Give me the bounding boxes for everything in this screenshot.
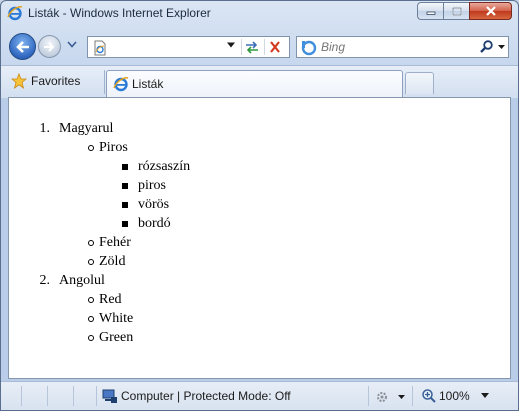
stop-icon	[270, 41, 280, 53]
back-arrow-icon	[15, 40, 29, 53]
favorites-and-tabs-bar: Favorites Listák	[1, 65, 518, 98]
minimize-button[interactable]	[417, 2, 443, 20]
circle-bullet	[88, 335, 94, 341]
zone-text: Computer | Protected Mode: Off	[121, 389, 291, 403]
computer-icon	[102, 389, 117, 403]
zoom-icon	[422, 389, 436, 403]
list-number: 1.	[39, 121, 51, 136]
list-item-label: rózsaszín	[138, 159, 191, 174]
square-bullet	[122, 221, 128, 227]
add-ons-status[interactable]	[368, 386, 411, 406]
favorites-label: Favorites	[31, 74, 81, 88]
list-item-red: Red	[9, 290, 510, 309]
refresh-icon	[246, 41, 258, 54]
ordered-list: 1. Magyarul Piros rózsaszín piros vörös	[9, 119, 510, 347]
list-item-green: Green	[9, 328, 510, 347]
list-item-label: Angolul	[59, 273, 105, 288]
circle-bullet	[88, 297, 94, 303]
zoom-control[interactable]: 100%	[412, 386, 493, 406]
browser-window: Listák - Windows Internet Explorer Bing …	[0, 0, 519, 411]
list-item-piros-shade: piros	[9, 176, 510, 195]
gears-icon	[377, 392, 405, 402]
list-item-white: White	[9, 309, 510, 328]
page-content: 1. Magyarul Piros rózsaszín piros vörös	[8, 97, 511, 379]
tab-label: Listák	[132, 77, 164, 91]
list-item-piros: Piros	[9, 138, 510, 157]
list-item-label: Magyarul	[59, 121, 114, 136]
address-bar	[87, 36, 290, 58]
square-bullet	[122, 183, 128, 189]
list-item-label: Red	[99, 292, 122, 307]
maximize-icon	[451, 6, 462, 16]
zoom-level: 100%	[439, 389, 470, 403]
forward-arrow-icon	[44, 41, 55, 52]
list-item-angolul: 2. Angolul	[9, 271, 510, 290]
recent-pages-dropdown-icon[interactable]	[67, 41, 77, 48]
page-icon	[94, 40, 106, 56]
tab-separator	[104, 70, 105, 94]
search-button[interactable]	[479, 39, 507, 55]
refresh-button[interactable]	[241, 39, 262, 55]
minimize-icon	[426, 11, 435, 15]
address-dropdown-icon[interactable]	[226, 41, 236, 49]
window-title: Listák - Windows Internet Explorer	[28, 6, 211, 20]
internet-explorer-icon	[7, 6, 23, 21]
list-item-voros: vörös	[9, 195, 510, 214]
list-number: 2.	[39, 273, 51, 288]
search-input[interactable]	[321, 39, 471, 55]
security-zone[interactable]: Computer | Protected Mode: Off	[96, 386, 367, 406]
list-item-label: Green	[99, 330, 134, 345]
maximize-button[interactable]	[443, 2, 469, 20]
status-divider	[73, 386, 74, 406]
list-item-label: White	[99, 311, 134, 326]
title-bar: Listák - Windows Internet Explorer	[1, 1, 518, 25]
status-divider	[21, 386, 22, 406]
internet-explorer-icon	[113, 77, 129, 92]
list-item-bordo: bordó	[9, 214, 510, 233]
window-controls	[417, 2, 512, 21]
circle-bullet	[88, 316, 94, 322]
list-item-magyarul: 1. Magyarul	[9, 119, 510, 138]
back-button[interactable]	[9, 33, 36, 60]
status-divider	[47, 386, 48, 406]
new-tab-button[interactable]	[405, 72, 434, 94]
list-item-label: Piros	[99, 140, 128, 155]
circle-bullet	[88, 240, 94, 246]
status-bar: Computer | Protected Mode: Off 100%	[1, 381, 518, 410]
zoom-dropdown-icon	[481, 393, 489, 398]
close-icon	[485, 6, 496, 16]
forward-button[interactable]	[38, 35, 61, 58]
list-item-label: Zöld	[99, 254, 126, 269]
circle-bullet	[88, 259, 94, 265]
close-button[interactable]	[469, 2, 512, 20]
favorites-button[interactable]: Favorites	[11, 70, 80, 92]
stop-button[interactable]	[264, 39, 285, 55]
bing-icon	[301, 40, 317, 56]
tab-listak[interactable]: Listák	[106, 70, 403, 98]
list-item-label: vörös	[138, 197, 170, 212]
search-icon	[480, 40, 505, 53]
address-input[interactable]	[112, 39, 222, 55]
list-item-label: Fehér	[99, 235, 131, 250]
list-item-label: bordó	[138, 216, 171, 231]
square-bullet	[122, 202, 128, 208]
circle-bullet	[88, 145, 94, 151]
star-icon	[11, 73, 27, 89]
search-bar	[296, 36, 509, 58]
list-item-label: piros	[138, 178, 166, 193]
list-item-zold: Zöld	[9, 252, 510, 271]
navigation-bar	[1, 27, 518, 63]
square-bullet	[122, 164, 128, 170]
list-item-rozsaszin: rózsaszín	[9, 157, 510, 176]
list-item-feher: Fehér	[9, 233, 510, 252]
